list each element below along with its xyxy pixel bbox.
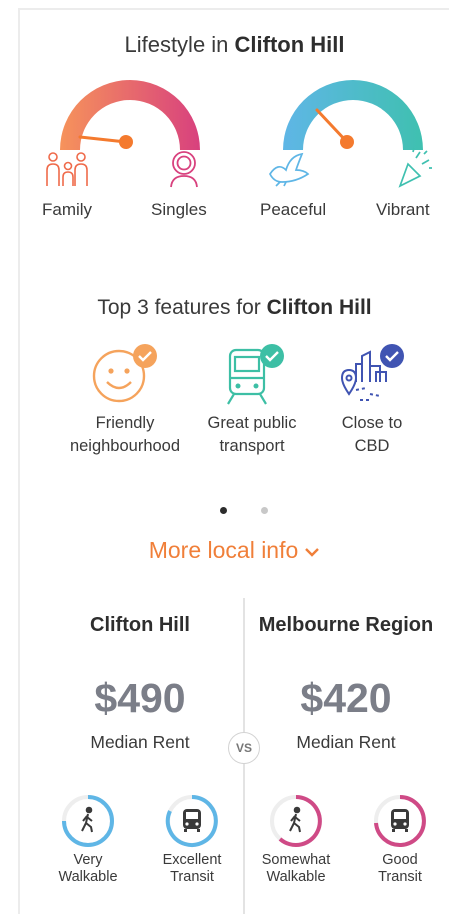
score-label-line2: Walkable <box>58 869 118 885</box>
party-popper-icon <box>398 147 432 188</box>
right-median-rent-label: Median Rent <box>296 732 396 752</box>
feature-label-line1: Close to <box>341 414 403 432</box>
feature-great-public-transport: Great public transport <box>182 342 322 458</box>
chevron-down-icon <box>305 548 320 557</box>
walk-score-ring <box>270 795 322 847</box>
city-icon <box>340 344 404 401</box>
more-local-info-label: More local info <box>148 537 299 563</box>
bus-icon <box>183 809 201 832</box>
feature-friendly-neighbourhood: Friendly neighbourhood <box>55 342 195 458</box>
gauge-right-label-vibrant: Vibrant <box>376 200 430 219</box>
left-median-rent-label: Median Rent <box>90 732 190 752</box>
score-label-line2: Transit <box>170 869 214 885</box>
train-icon <box>227 344 284 405</box>
card-border-top <box>18 8 449 10</box>
right-walk-score: Somewhat Walkable <box>246 793 346 886</box>
carousel-dot-active[interactable] <box>220 507 227 514</box>
right-median-rent-value: $420 <box>300 675 392 721</box>
gauge-left-label-family: Family <box>42 200 93 219</box>
bus-icon <box>391 809 409 832</box>
left-walk-score: Very Walkable <box>38 793 138 886</box>
gauge-right-label-singles: Singles <box>151 200 207 219</box>
family-icon <box>46 152 88 186</box>
carousel-dot[interactable] <box>261 507 268 514</box>
score-label-line1: Excellent <box>162 852 222 868</box>
feature-label-line1: Friendly <box>95 414 155 432</box>
score-label-line1: Somewhat <box>261 852 331 868</box>
feature-label-line1: Great public <box>207 414 297 432</box>
walk-icon <box>289 806 301 833</box>
dove-icon <box>269 152 310 187</box>
transit-score-ring <box>165 795 218 847</box>
score-label-line1: Very <box>73 852 103 868</box>
right-column-title: Melbourne Region <box>258 614 434 636</box>
lifestyle-title: Lifestyle in Clifton Hill <box>124 32 345 57</box>
left-column-title: Clifton Hill <box>90 614 190 636</box>
walk-score-ring <box>62 795 114 847</box>
peaceful-vibrant-gauge <box>283 80 423 150</box>
score-label-line2: Walkable <box>266 869 326 885</box>
feature-close-to-cbd: Close to CBD <box>302 342 442 458</box>
more-local-info-link[interactable]: More local info <box>20 537 449 564</box>
feature-label-line2: transport <box>219 437 285 455</box>
left-median-rent-value: $490 <box>94 675 186 721</box>
smiley-icon <box>92 344 157 403</box>
feature-label-line2: CBD <box>354 437 390 455</box>
single-person-icon <box>170 151 198 188</box>
transit-score-ring <box>374 795 426 847</box>
right-transit-score: Good Transit <box>350 793 449 886</box>
feature-label-line2: neighbourhood <box>69 437 181 455</box>
score-label-line2: Transit <box>378 869 422 885</box>
walk-icon <box>81 806 93 833</box>
features-title: Top 3 features for Clifton Hill <box>97 296 372 319</box>
left-transit-score: Excellent Transit <box>142 793 242 886</box>
card-border-left <box>18 8 20 914</box>
family-singles-gauge <box>60 80 200 150</box>
gauge-left-label-peaceful: Peaceful <box>260 200 327 219</box>
score-label-line1: Good <box>382 852 418 868</box>
